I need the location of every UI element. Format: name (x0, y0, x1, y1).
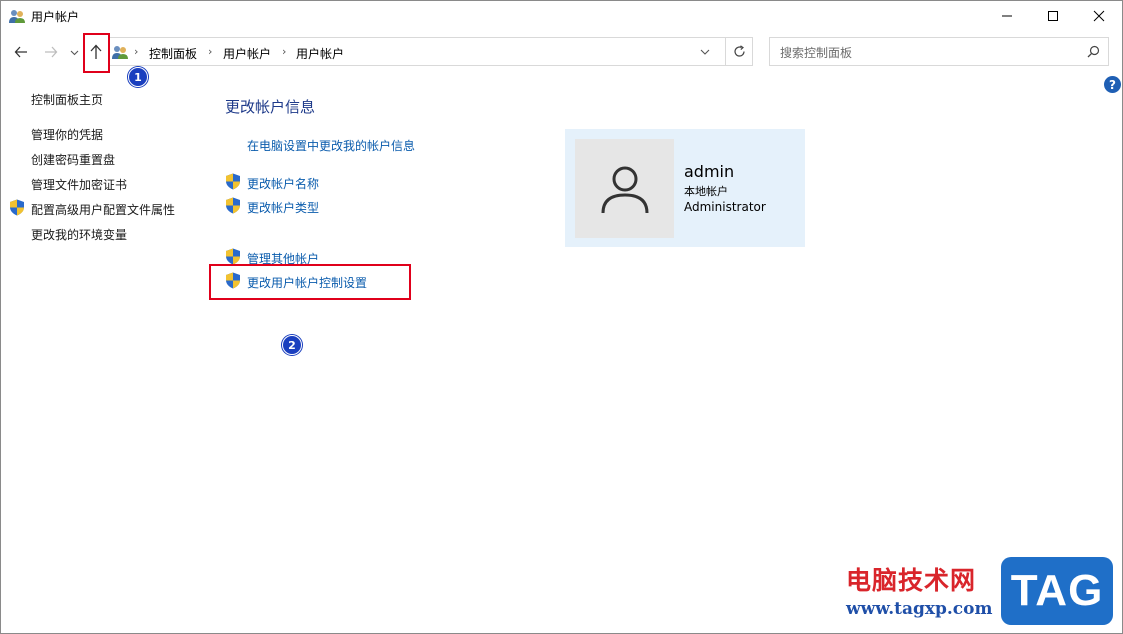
address-dropdown-icon[interactable] (700, 48, 710, 56)
forward-button[interactable] (41, 39, 61, 65)
search-icon[interactable] (1087, 45, 1100, 58)
search-box[interactable] (769, 37, 1109, 66)
arrow-left-icon (14, 46, 27, 58)
watermark-url: www.tagxp.com (846, 599, 993, 619)
breadcrumb-user-accounts-current[interactable]: 用户帐户 (296, 45, 344, 62)
annotation-badge-1: 1 (128, 67, 148, 87)
account-type: 本地帐户 (684, 185, 728, 198)
arrow-right-icon (45, 46, 58, 58)
back-button[interactable] (11, 39, 31, 65)
sidebar-item-advanced-profile-properties[interactable]: 配置高级用户配置文件属性 (31, 201, 175, 218)
breadcrumb-chevron-icon: › (134, 45, 139, 58)
title-bar: 用户帐户 (1, 1, 1122, 31)
breadcrumb-chevron-icon: › (208, 45, 213, 58)
maximize-icon (1048, 11, 1058, 21)
watermark-logo: TAG (1001, 557, 1113, 625)
sidebar-item-file-encryption-certs[interactable]: 管理文件加密证书 (31, 176, 127, 193)
annotation-box-up-button (83, 33, 110, 73)
help-button[interactable]: ? (1104, 76, 1121, 93)
recent-locations-button[interactable] (67, 39, 81, 65)
change-account-name-link[interactable]: 更改帐户名称 (247, 175, 319, 192)
chevron-down-icon (70, 50, 78, 55)
account-name: admin (684, 162, 735, 181)
avatar (575, 139, 674, 238)
breadcrumb-user-accounts[interactable]: 用户帐户 (223, 45, 271, 62)
annotation-box-uac-link (209, 264, 411, 300)
refresh-button[interactable] (725, 37, 753, 66)
uac-shield-icon (226, 197, 240, 214)
pc-settings-account-link[interactable]: 在电脑设置中更改我的帐户信息 (247, 137, 415, 154)
watermark-text: 电脑技术网 (846, 566, 977, 595)
annotation-badge-2: 2 (282, 335, 302, 355)
sidebar-item-manage-credentials[interactable]: 管理你的凭据 (31, 126, 103, 143)
change-account-type-link[interactable]: 更改帐户类型 (247, 199, 319, 216)
sidebar-control-panel-home[interactable]: 控制面板主页 (31, 91, 103, 108)
user-icon (601, 166, 648, 213)
maximize-button[interactable] (1030, 1, 1076, 31)
window-title: 用户帐户 (31, 10, 80, 24)
page-title: 更改帐户信息 (225, 98, 316, 116)
close-button[interactable] (1076, 1, 1122, 31)
close-icon (1093, 10, 1105, 22)
control-panel-icon (112, 46, 128, 59)
uac-shield-icon (226, 173, 240, 190)
minimize-button[interactable] (984, 1, 1030, 31)
uac-shield-icon (226, 248, 240, 265)
uac-shield-icon (10, 199, 24, 216)
breadcrumb-chevron-icon: › (282, 45, 287, 58)
refresh-icon (734, 45, 745, 57)
address-bar[interactable]: › 控制面板 › 用户帐户 › 用户帐户 (109, 37, 753, 66)
user-accounts-icon (9, 10, 25, 23)
watermark-logo-text: TAG (1010, 566, 1104, 615)
breadcrumb-control-panel[interactable]: 控制面板 (149, 45, 197, 62)
minimize-icon (1002, 15, 1012, 17)
user-accounts-window: 用户帐户 › 控制面板 › 用户帐户 › 用户帐户 搜索控制面板 ? 1 控制面… (0, 0, 1123, 634)
account-role: Administrator (684, 200, 766, 214)
account-card: admin 本地帐户 Administrator (565, 129, 805, 247)
sidebar-item-environment-variables[interactable]: 更改我的环境变量 (31, 226, 127, 243)
sidebar-item-password-reset-disk[interactable]: 创建密码重置盘 (31, 151, 115, 168)
search-input[interactable] (778, 43, 1082, 63)
